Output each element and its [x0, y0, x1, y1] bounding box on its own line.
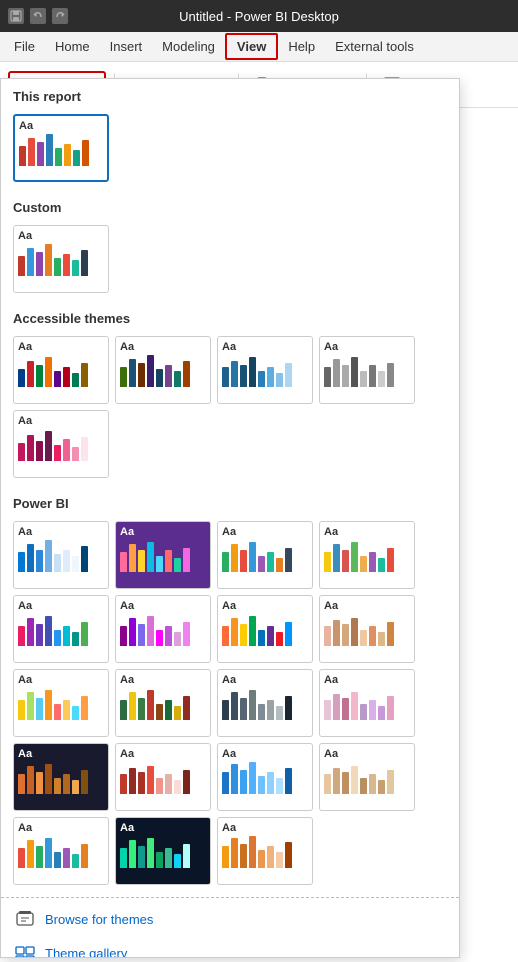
theme-card-acc-1[interactable]: Aa	[13, 336, 109, 404]
theme-card-custom-1[interactable]: Aa	[13, 225, 109, 293]
accessible-grid: Aa Aa	[1, 332, 459, 486]
theme-card-pbi-8[interactable]: Aa	[319, 595, 415, 663]
browse-icon	[15, 909, 35, 929]
redo-icon[interactable]	[52, 8, 68, 24]
this-report-grid: Aa	[1, 110, 459, 190]
theme-gallery-item[interactable]: Theme gallery	[1, 936, 459, 958]
gallery-icon	[15, 943, 35, 958]
theme-card-pbi-12[interactable]: Aa	[319, 669, 415, 737]
theme-card-acc-4[interactable]: Aa	[319, 336, 415, 404]
section-custom: Custom	[1, 190, 459, 221]
theme-card-acc-5[interactable]: Aa	[13, 410, 109, 478]
theme-card-acc-2[interactable]: Aa	[115, 336, 211, 404]
theme-card-acc-3[interactable]: Aa	[217, 336, 313, 404]
section-this-report: This report	[1, 79, 459, 110]
theme-card-pbi-13[interactable]: Aa	[13, 743, 109, 811]
theme-card-pbi-6[interactable]: Aa	[115, 595, 211, 663]
menu-help[interactable]: Help	[278, 35, 325, 58]
theme-card-pbi-9[interactable]: Aa	[13, 669, 109, 737]
menu-file[interactable]: File	[4, 35, 45, 58]
panel-divider	[1, 897, 459, 898]
theme-gallery-label: Theme gallery	[45, 946, 127, 959]
save-icon[interactable]	[8, 8, 24, 24]
theme-card-pbi-16[interactable]: Aa	[319, 743, 415, 811]
menu-view[interactable]: View	[225, 33, 278, 60]
theme-card-pbi-10[interactable]: Aa	[115, 669, 211, 737]
section-powerbi: Power BI	[1, 486, 459, 517]
theme-card-pbi-18[interactable]: Aa	[115, 817, 211, 885]
theme-card-pbi-1[interactable]: Aa	[13, 521, 109, 589]
theme-card-pbi-14[interactable]: Aa	[115, 743, 211, 811]
themes-dropdown: This report Aa Custom Aa	[0, 78, 460, 958]
theme-card-pbi-3[interactable]: Aa	[217, 521, 313, 589]
title-bar-controls	[8, 8, 68, 24]
powerbi-grid: Aa Aa	[1, 517, 459, 893]
browse-themes-label: Browse for themes	[45, 912, 153, 927]
browse-themes-item[interactable]: Browse for themes	[1, 902, 459, 936]
theme-card-pbi-2[interactable]: Aa	[115, 521, 211, 589]
title-bar: Untitled - Power BI Desktop	[0, 0, 518, 32]
theme-card-pbi-19[interactable]: Aa	[217, 817, 313, 885]
menu-modeling[interactable]: Modeling	[152, 35, 225, 58]
section-accessible: Accessible themes	[1, 301, 459, 332]
app-title: Untitled - Power BI Desktop	[179, 9, 339, 24]
menu-insert[interactable]: Insert	[100, 35, 153, 58]
undo-icon[interactable]	[30, 8, 46, 24]
theme-card-pbi-4[interactable]: Aa	[319, 521, 415, 589]
theme-card-pbi-11[interactable]: Aa	[217, 669, 313, 737]
custom-grid: Aa	[1, 221, 459, 301]
theme-card-pbi-15[interactable]: Aa	[217, 743, 313, 811]
theme-card-pbi-17[interactable]: Aa	[13, 817, 109, 885]
menu-external-tools[interactable]: External tools	[325, 35, 424, 58]
theme-card-pbi-7[interactable]: Aa	[217, 595, 313, 663]
theme-card-this-report-1[interactable]: Aa	[13, 114, 109, 182]
menu-bar: File Home Insert Modeling View Help Exte…	[0, 32, 518, 62]
theme-card-pbi-5[interactable]: Aa	[13, 595, 109, 663]
menu-home[interactable]: Home	[45, 35, 100, 58]
